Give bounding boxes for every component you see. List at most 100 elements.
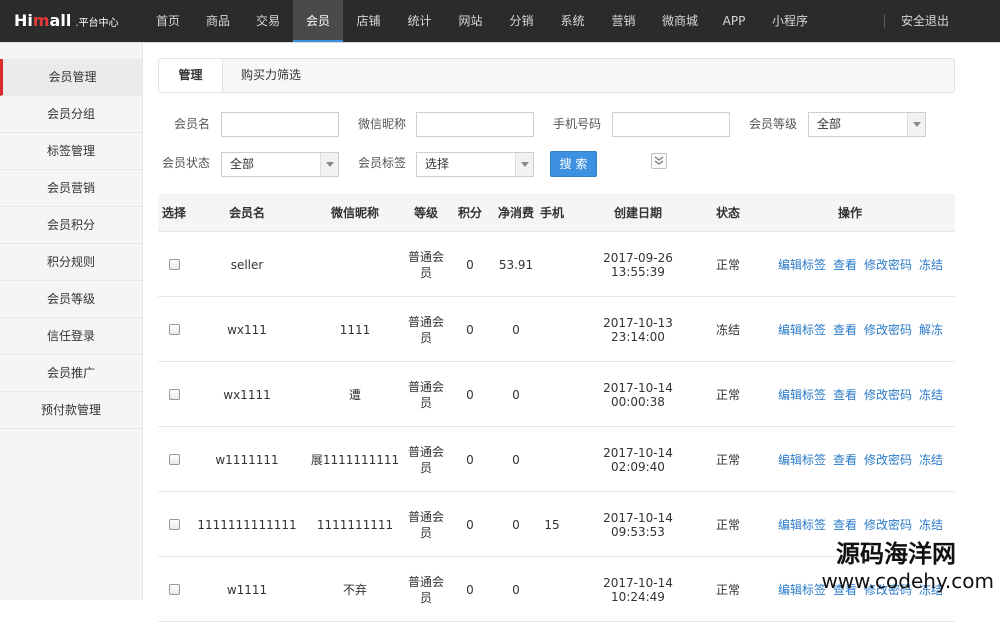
freeze-link[interactable]: 冻结 <box>919 256 943 273</box>
cell-member-name: w1111 <box>226 582 268 597</box>
cell-member-name: seller <box>230 257 264 272</box>
nav-site[interactable]: 网站 <box>445 0 496 42</box>
nav-distribution[interactable]: 分销 <box>496 0 547 42</box>
cell-phone <box>536 427 568 492</box>
cell-points: 0 <box>466 582 474 597</box>
cell-status: 正常 <box>715 453 740 467</box>
cell-level: 普通会员 <box>407 509 444 540</box>
sidebar-item-member-marketing[interactable]: 会员营销 <box>0 170 142 207</box>
main-nav: 首页 商品 交易 会员 店铺 统计 网站 分销 系统 营销 微商城 APP 小程… <box>143 0 823 42</box>
phone-input[interactable] <box>612 112 730 137</box>
row-checkbox[interactable] <box>168 324 180 335</box>
unfreeze-link[interactable]: 解冻 <box>919 321 943 338</box>
change-password-link[interactable]: 修改密码 <box>864 451 912 468</box>
member-level-value: 全部 <box>817 117 842 131</box>
view-link[interactable]: 查看 <box>833 321 857 338</box>
nav-home[interactable]: 首页 <box>143 0 193 42</box>
cell-phone <box>536 362 568 427</box>
cell-phone <box>536 557 568 622</box>
wechat-nick-input[interactable] <box>416 112 534 137</box>
watermark-title: 源码海洋网 <box>836 540 956 568</box>
nav-products[interactable]: 商品 <box>193 0 243 42</box>
logo[interactable]: Himall .平台中心 <box>14 11 119 31</box>
table-row: wx111 1111 普通会员 0 0 2017-10-13 23:14:00 … <box>158 297 955 362</box>
sidebar-item-trusted-login[interactable]: 信任登录 <box>0 318 142 355</box>
edit-tags-link[interactable]: 编辑标签 <box>778 321 826 338</box>
cell-phone <box>536 297 568 362</box>
nav-app[interactable]: APP <box>711 0 757 42</box>
logout-link[interactable]: 安全退出 <box>896 0 954 42</box>
cell-net-spend: 0 <box>512 582 520 597</box>
view-link[interactable]: 查看 <box>833 256 857 273</box>
member-level-select[interactable]: 全部 <box>808 112 926 137</box>
sidebar-item-member-promotion[interactable]: 会员推广 <box>0 355 142 392</box>
edit-tags-link[interactable]: 编辑标签 <box>778 256 826 273</box>
row-checkbox[interactable] <box>168 259 180 270</box>
member-name-input[interactable] <box>221 112 339 137</box>
freeze-link[interactable]: 冻结 <box>919 386 943 403</box>
nav-marketing[interactable]: 营销 <box>598 0 649 42</box>
cell-wechat-nick: 1111 <box>339 322 371 337</box>
cell-wechat-nick <box>300 232 410 297</box>
edit-tags-link[interactable]: 编辑标签 <box>778 516 826 533</box>
cell-net-spend: 0 <box>512 517 520 532</box>
nav-members[interactable]: 会员 <box>293 0 343 42</box>
logo-suffix: all <box>49 11 72 30</box>
tab-manage[interactable]: 管理 <box>159 59 223 92</box>
table-row: seller 普通会员 0 53.91 2017-09-26 13:55:39 … <box>158 232 955 297</box>
nav-stats[interactable]: 统计 <box>394 0 445 42</box>
freeze-link[interactable]: 冻结 <box>919 516 943 533</box>
cell-net-spend: 0 <box>512 322 520 337</box>
view-link[interactable]: 查看 <box>833 451 857 468</box>
member-status-value: 全部 <box>230 157 255 171</box>
nav-micro-mall[interactable]: 微商城 <box>649 0 711 42</box>
cell-created-date: 2017-10-14 00:00:38 <box>603 380 673 409</box>
sidebar-item-points-rules[interactable]: 积分规则 <box>0 244 142 281</box>
cell-points: 0 <box>466 452 474 467</box>
nav-trade[interactable]: 交易 <box>243 0 293 42</box>
sidebar-item-member-management[interactable]: 会员管理 <box>0 59 142 96</box>
cell-created-date: 2017-10-13 23:14:00 <box>603 315 673 344</box>
row-checkbox[interactable] <box>168 389 180 400</box>
sidebar-item-member-levels[interactable]: 会员等级 <box>0 281 142 318</box>
expand-filters-button[interactable] <box>651 153 667 169</box>
freeze-link[interactable]: 冻结 <box>919 451 943 468</box>
member-tag-label: 会员标签 <box>357 156 406 170</box>
nav-divider <box>884 14 885 28</box>
header-phone: 手机 <box>539 206 564 220</box>
row-checkbox[interactable] <box>168 454 180 465</box>
header-created-date: 创建日期 <box>613 206 662 220</box>
change-password-link[interactable]: 修改密码 <box>864 386 912 403</box>
cell-phone: 15 <box>544 517 560 532</box>
edit-tags-link[interactable]: 编辑标签 <box>778 386 826 403</box>
nav-shops[interactable]: 店铺 <box>343 0 394 42</box>
sidebar: 会员管理 会员分组 标签管理 会员营销 会员积分 积分规则 会员等级 信任登录 … <box>0 43 143 600</box>
cell-operations: 编辑标签 查看 修改密码 冻结 <box>778 362 955 427</box>
row-checkbox[interactable] <box>168 519 180 530</box>
member-tag-select[interactable]: 选择 <box>416 152 534 177</box>
double-chevron-down-icon <box>654 156 664 165</box>
nav-mini-program[interactable]: 小程序 <box>757 0 823 42</box>
cell-level: 普通会员 <box>407 249 444 280</box>
header-net-spend: 净消费 <box>497 206 534 220</box>
header-operations: 操作 <box>837 206 862 220</box>
view-link[interactable]: 查看 <box>833 386 857 403</box>
sidebar-item-prepaid-management[interactable]: 预付款管理 <box>0 392 142 429</box>
logo-text: Himall <box>14 11 71 30</box>
edit-tags-link[interactable]: 编辑标签 <box>778 451 826 468</box>
cell-operations: 编辑标签 查看 修改密码 冻结 <box>778 232 955 297</box>
change-password-link[interactable]: 修改密码 <box>864 321 912 338</box>
cell-wechat-nick: 不弃 <box>342 583 367 597</box>
change-password-link[interactable]: 修改密码 <box>864 256 912 273</box>
tab-purchase-filter[interactable]: 购买力筛选 <box>241 59 301 92</box>
member-status-select[interactable]: 全部 <box>221 152 339 177</box>
change-password-link[interactable]: 修改密码 <box>864 516 912 533</box>
sidebar-item-tag-management[interactable]: 标签管理 <box>0 133 142 170</box>
sidebar-item-member-groups[interactable]: 会员分组 <box>0 96 142 133</box>
cell-net-spend: 0 <box>512 452 520 467</box>
view-link[interactable]: 查看 <box>833 516 857 533</box>
sidebar-item-member-points[interactable]: 会员积分 <box>0 207 142 244</box>
row-checkbox[interactable] <box>168 584 180 595</box>
nav-system[interactable]: 系统 <box>547 0 598 42</box>
search-button[interactable]: 搜 索 <box>550 151 597 177</box>
